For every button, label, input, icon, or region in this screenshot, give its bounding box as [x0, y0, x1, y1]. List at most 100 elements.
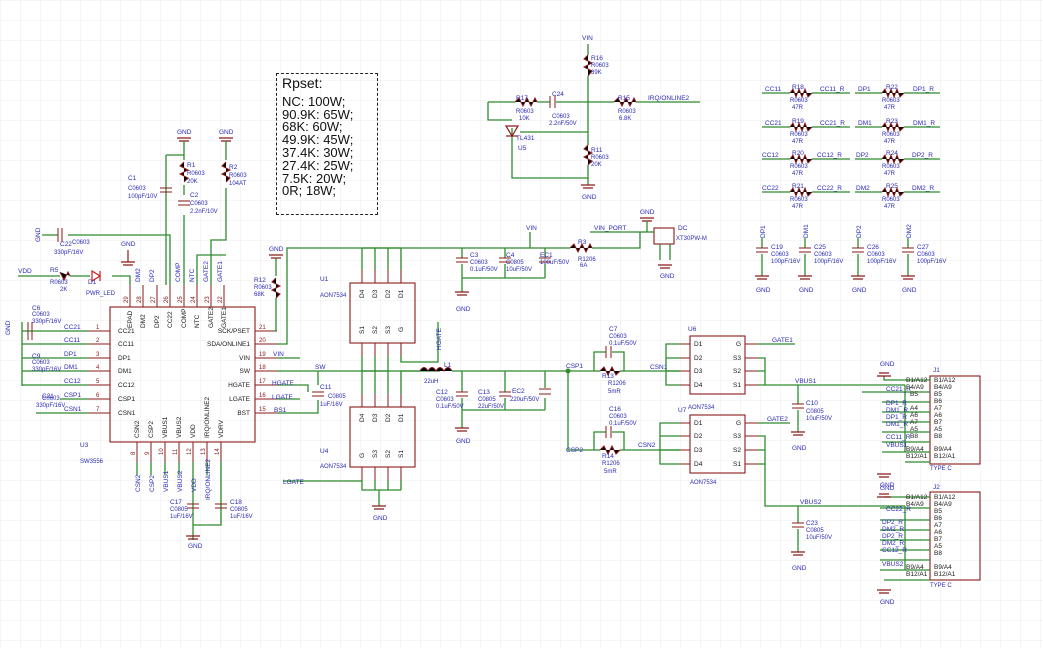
net-vin: VIN — [273, 351, 284, 358]
j2-pin-left: B4/A9 — [906, 501, 924, 508]
c24-value: 2.2nF/50V — [549, 121, 577, 127]
net-dm1: DM1 — [64, 364, 78, 371]
r16-pkg: R0603 — [591, 63, 609, 69]
res-value: 47R — [884, 171, 896, 177]
u3-pin-name: VBUS2 — [176, 416, 183, 438]
c25-ref: C25 — [814, 244, 826, 251]
u3-pin-number: 16 — [259, 393, 266, 399]
u3-pin-name: SDA/ONLINE1 — [207, 341, 250, 348]
r13-value: 5mR — [608, 389, 621, 395]
j2-net: DP2_R — [882, 519, 903, 526]
c1-pkg: C0603 — [128, 186, 146, 192]
u3-pin-number: 18 — [259, 365, 266, 371]
res-pkg: R0603 — [882, 132, 900, 138]
c17-pkg: C0805 — [170, 507, 188, 513]
j2-pin: A5 — [934, 543, 942, 550]
r16-ref: R16 — [591, 55, 603, 62]
u7-pin: D1 — [694, 420, 703, 427]
j2-pin: B12/A1 — [934, 571, 956, 578]
j2-net: CC12_R — [882, 547, 907, 554]
j1-pin-left: B5 — [910, 391, 918, 398]
j1-pin-left: B8 — [910, 433, 918, 440]
u6-value: AON7534 — [688, 405, 715, 411]
net-gnd: GND — [756, 287, 771, 294]
c9-ref: C9 — [32, 353, 41, 360]
c26-ref: C26 — [867, 244, 879, 251]
u3-pin-name: VDRV — [218, 419, 225, 438]
u7-pin: D4 — [694, 461, 703, 468]
r11-pkg: R0603 — [591, 155, 609, 161]
u7-pin: G — [736, 420, 741, 427]
c22-ref: C22 — [60, 241, 72, 248]
u3-pin-number: 27 — [151, 296, 157, 303]
net-out: DM1_R — [913, 120, 935, 127]
u3-pin-number: 29 — [124, 296, 130, 303]
ec2-value: 220uF/50V — [510, 397, 539, 403]
c12-ref: C12 — [436, 389, 448, 396]
net-in: DP1 — [858, 86, 871, 93]
u1-pin: S1 — [359, 326, 366, 334]
c6-value: 330pF/16V — [32, 319, 61, 325]
u1-pin: D1 — [398, 289, 405, 298]
r3-value: 6A — [580, 263, 587, 269]
u4-pin: D1 — [398, 413, 405, 422]
c22-pkg: C0603 — [72, 240, 90, 246]
d1-ref: D1 — [88, 279, 97, 286]
c19-value: 100pF/16V — [771, 259, 800, 265]
j2-pin: B7 — [934, 536, 942, 543]
res-pkg: R0603 — [882, 197, 900, 203]
net-csp1: CSP1 — [566, 363, 583, 370]
u3-pin-name: CC21 — [118, 328, 135, 335]
c10-value: 10uF/50V — [806, 416, 832, 422]
net-gate2: GATE2 — [767, 416, 788, 423]
r11-ref: R11 — [591, 147, 603, 154]
net-gnd: GND — [799, 287, 814, 294]
j2-ref: J2 — [933, 484, 940, 491]
net-gnd: GND — [792, 445, 807, 452]
net-gnd: GND — [373, 515, 388, 522]
c10-pkg: C0805 — [806, 409, 824, 415]
r2-ref: R2 — [229, 164, 238, 171]
j2-net: VBUS2 — [882, 561, 904, 568]
res-value: 47R — [792, 204, 804, 210]
c7-value: 0.1uF/50V — [609, 341, 637, 347]
r1-value: 20K — [187, 179, 198, 185]
j1-pin-left: A5 — [910, 426, 918, 433]
res-value: 47R — [792, 105, 804, 111]
u5-ref: U5 — [518, 145, 527, 152]
r12-ref: R12 — [254, 277, 266, 284]
c2-pkg: C0603 — [190, 201, 208, 207]
j2-pin: B5 — [934, 508, 942, 515]
u3-pin-name: EPAD — [127, 310, 134, 328]
u6-pin: D2 — [694, 355, 703, 362]
res-pkg: R0603 — [882, 164, 900, 170]
u6-pin: D3 — [694, 368, 703, 375]
u4-pin: S3 — [372, 450, 379, 458]
dc-ref: DC — [678, 225, 688, 232]
net-gnd: GND — [177, 129, 192, 136]
d1-value: PWR_LED — [86, 291, 116, 297]
c16-pkg: C0603 — [609, 414, 627, 420]
c4-value: 10uF/50V — [506, 267, 532, 273]
u3-pin-number: 14 — [215, 448, 221, 455]
c25-value: 100pF/16V — [814, 259, 843, 265]
net-vdd: VDD — [18, 268, 32, 275]
c18-pkg: C0805 — [230, 507, 248, 513]
c4-ref: C4 — [506, 252, 515, 259]
r16-value: 39K — [591, 70, 602, 76]
u3-pin-name: COMP — [181, 309, 188, 329]
r14-value: 5mR — [604, 469, 617, 475]
u4-pin: D3 — [372, 413, 379, 422]
res-pkg: R0603 — [790, 132, 808, 138]
j1-net: DM1_R — [886, 421, 908, 428]
res-ref: R22 — [886, 84, 898, 91]
res-ref: R23 — [886, 118, 898, 125]
net-bs1: BS1 — [274, 407, 287, 414]
net-in: CC12 — [762, 152, 779, 159]
u3-pin-number: 13 — [201, 448, 207, 455]
net-gnd: GND — [902, 287, 917, 294]
c17-value: 1uF/16V — [170, 514, 193, 520]
u3-pin-number: 12 — [187, 448, 193, 455]
net-out: CC12_R — [817, 152, 842, 159]
res-value: 47R — [884, 139, 896, 145]
